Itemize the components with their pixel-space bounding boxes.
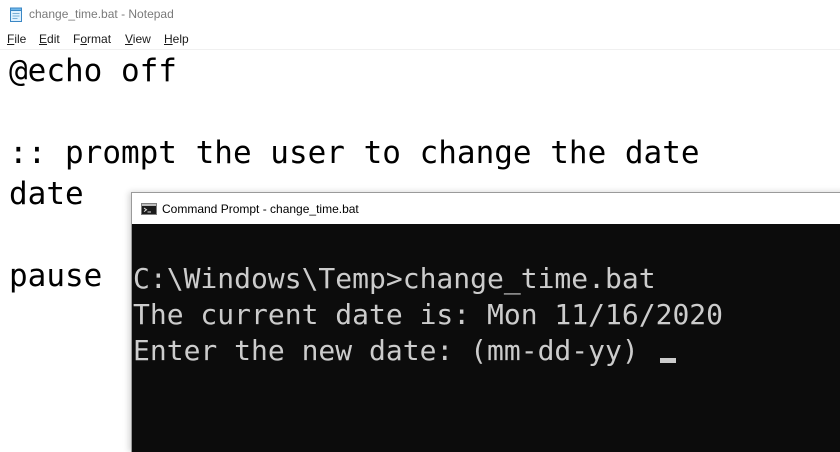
window-title: change_time.bat - Notepad — [29, 7, 174, 21]
menu-view[interactable]: View — [124, 32, 152, 46]
notepad-icon — [10, 7, 22, 22]
notepad-title-bar[interactable]: change_time.bat - Notepad — [0, 0, 840, 30]
command-prompt-window[interactable]: Command Prompt - change_time.bat C:\Wind… — [131, 192, 840, 452]
command-prompt-icon — [141, 203, 157, 215]
command-prompt-title: Command Prompt - change_time.bat — [162, 202, 359, 216]
console-prompt-line: Enter the new date: (mm-dd-yy) — [133, 333, 676, 369]
menu-view-mnemonic: V — [125, 32, 133, 46]
editor-line: pause — [9, 258, 103, 294]
menu-help-rest: elp — [172, 32, 189, 46]
console-line: Enter the new date: (mm-dd-yy) — [133, 334, 656, 367]
editor-line: date — [9, 176, 84, 212]
console-output[interactable]: C:\Windows\Temp>change_time.bat The curr… — [132, 224, 840, 452]
menu-format-rest: rmat — [87, 32, 112, 46]
menu-help-mnemonic: H — [164, 32, 173, 46]
menu-format[interactable]: Format — [72, 32, 112, 46]
menu-bar: File Edit Format View Help — [0, 30, 840, 50]
menu-edit-mnemonic: E — [39, 32, 48, 46]
command-prompt-title-bar[interactable]: Command Prompt - change_time.bat — [132, 193, 840, 224]
menu-edit[interactable]: Edit — [38, 32, 61, 46]
menu-file[interactable]: File — [6, 32, 27, 46]
console-line: C:\Windows\Temp>change_time.bat — [133, 262, 656, 295]
console-line: The current date is: Mon 11/16/2020 — [133, 298, 724, 331]
menu-edit-rest: dit — [47, 32, 60, 46]
text-cursor — [659, 358, 676, 363]
menu-view-rest: iew — [132, 32, 151, 46]
menu-help[interactable]: Help — [163, 32, 190, 46]
editor-line: @echo off — [9, 53, 177, 89]
menu-file-rest: ile — [14, 32, 27, 46]
editor-line: :: prompt the user to change the date — [9, 135, 700, 171]
